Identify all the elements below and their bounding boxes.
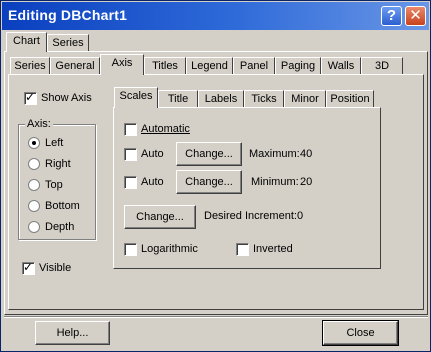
tab-scales[interactable]: Scales [114,87,158,108]
tab-walls[interactable]: Walls [321,57,361,75]
tab-ticks[interactable]: Ticks [244,90,284,108]
tab-panel[interactable]: Panel [233,57,275,75]
radio-selected-dot [32,141,36,145]
maximum-value: 40 [300,148,313,160]
window-title: Editing DBChart1 [8,7,128,23]
tab-paging[interactable]: Paging [275,57,321,75]
radio-bottom-label: Bottom [45,200,80,212]
tab-3d[interactable]: 3D [361,57,403,75]
change-maximum-button[interactable]: Change... [176,142,242,166]
footer-separator [4,316,428,318]
auto-maximum-checkbox[interactable] [124,148,137,161]
logarithmic-label: Logarithmic [141,243,198,255]
tab-general[interactable]: General [50,57,100,75]
inverted-label: Inverted [253,243,293,255]
maximum-label: Maximum: [249,148,300,160]
visible-label: Visible [39,262,72,274]
tab-labels[interactable]: Labels [198,90,244,108]
help-button[interactable]: Help... [35,321,110,345]
desired-increment-value: 0 [297,210,304,222]
radio-top[interactable] [28,179,40,191]
show-axis-label: Show Axis [41,92,92,104]
auto-maximum-label: Auto [141,148,164,160]
tab-series-top[interactable]: Series [47,34,89,52]
auto-minimum-checkbox[interactable] [124,176,137,189]
tab-position[interactable]: Position [326,90,374,108]
axis-group-label: Axis: [25,118,53,130]
radio-right[interactable] [28,158,40,170]
check-icon: ✓ [25,90,36,104]
minimum-label: Minimum: [251,176,299,188]
radio-left-label: Left [45,137,64,149]
radio-left[interactable] [28,137,40,149]
tab-chart[interactable]: Chart [6,32,47,52]
change-increment-button[interactable]: Change... [124,205,196,229]
change-minimum-button[interactable]: Change... [176,170,242,194]
tab-titles[interactable]: Titles [144,57,186,75]
desired-increment-label: Desired Increment: [204,210,297,222]
logarithmic-checkbox[interactable] [124,243,137,256]
editing-dialog: Editing DBChart1 ? ✕ Chart Series Series… [0,0,431,352]
tab-minor[interactable]: Minor [284,90,326,108]
tab-series[interactable]: Series [10,57,50,75]
help-icon[interactable]: ? [381,6,402,26]
show-axis-checkbox[interactable]: ✓ [24,90,37,105]
tab-legend[interactable]: Legend [186,57,233,75]
check-icon: ✓ [23,260,34,274]
radio-top-label: Top [45,179,63,191]
tab-axis[interactable]: Axis [100,54,144,75]
radio-bottom[interactable] [28,200,40,212]
title-bar[interactable]: Editing DBChart1 ? ✕ [2,2,429,30]
automatic-checkbox[interactable] [124,123,137,136]
radio-depth-label: Depth [45,221,75,233]
inverted-checkbox[interactable] [236,243,249,256]
minimum-value: 20 [300,176,313,188]
automatic-label: Automatic [141,123,190,135]
visible-checkbox[interactable]: ✓ [22,260,35,275]
close-icon[interactable]: ✕ [405,6,426,26]
tab-title[interactable]: Title [158,90,198,108]
radio-depth[interactable] [28,221,40,233]
radio-right-label: Right [45,158,71,170]
auto-minimum-label: Auto [141,176,164,188]
close-button[interactable]: Close [322,320,399,346]
